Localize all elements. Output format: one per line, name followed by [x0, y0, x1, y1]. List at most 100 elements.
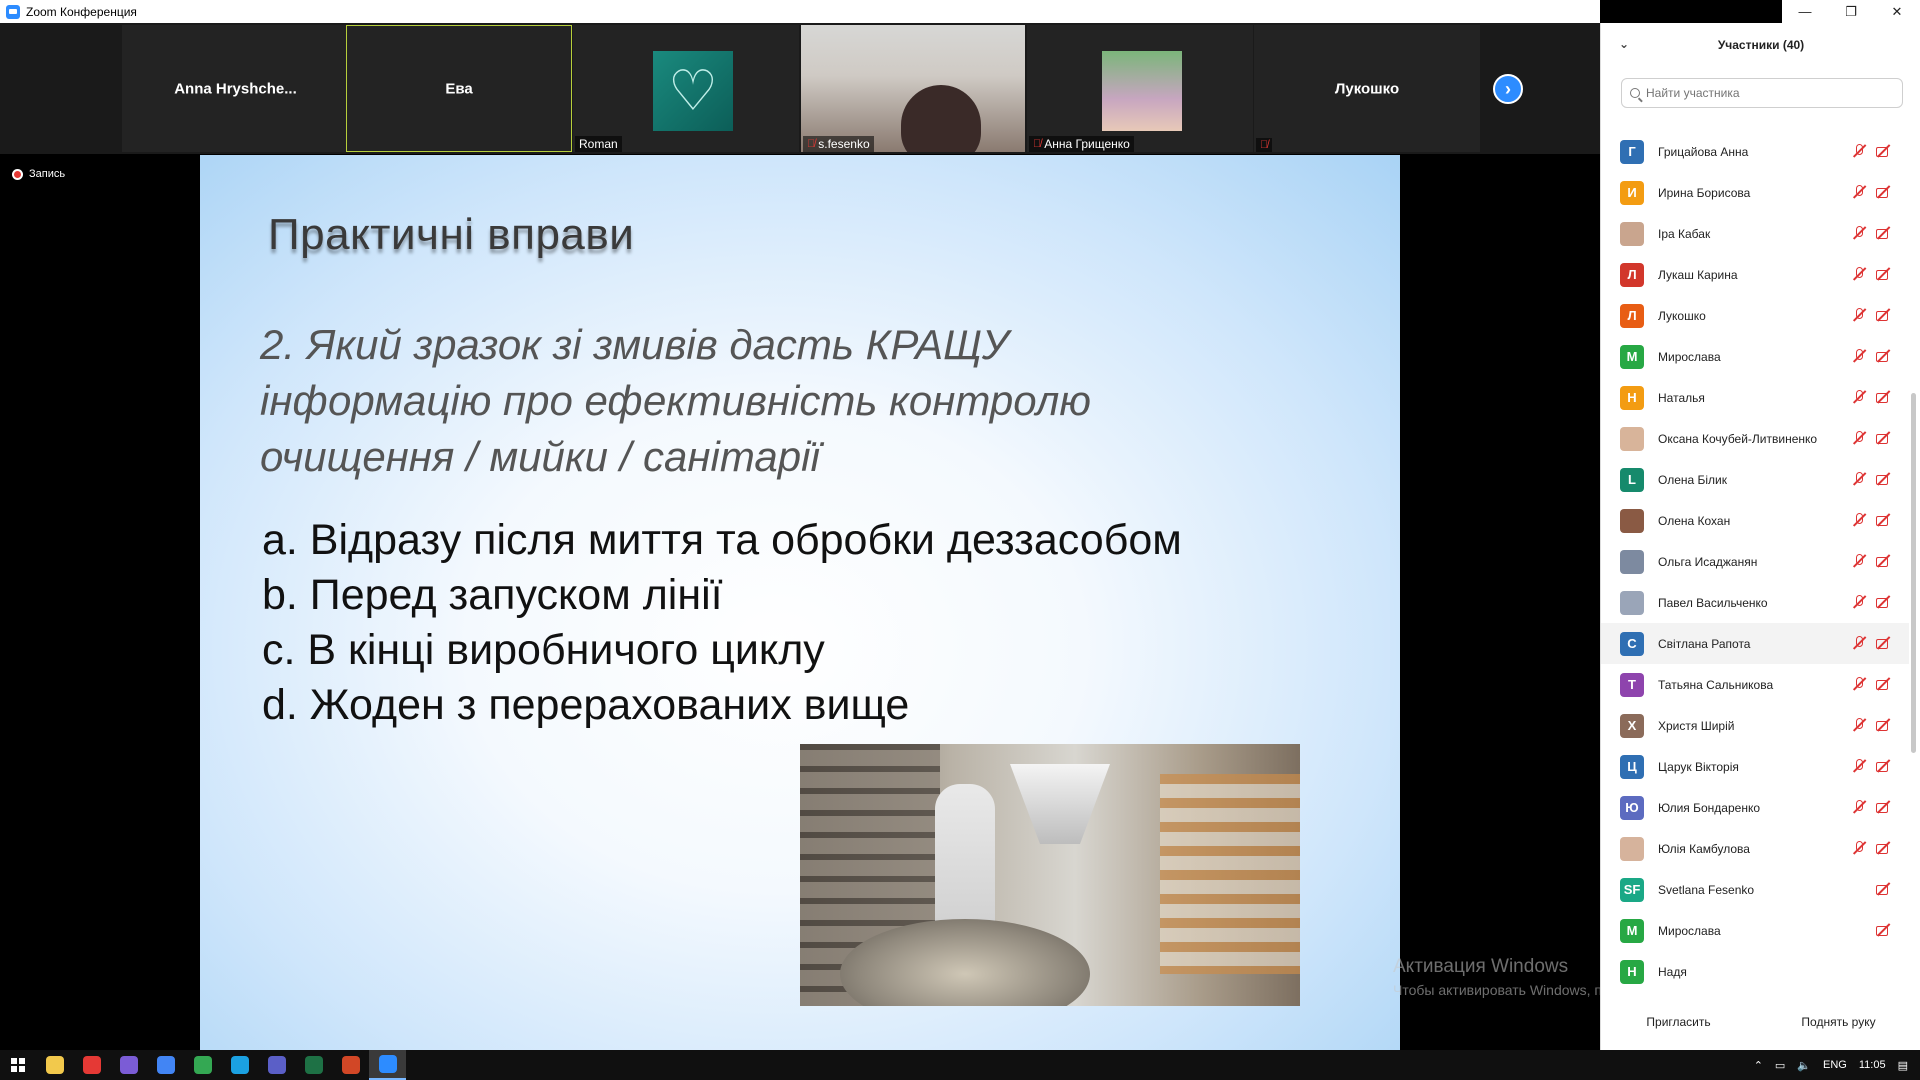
close-button[interactable]: ✕: [1874, 0, 1920, 23]
participant-avatar: Л: [1620, 303, 1644, 328]
photo-worker: [935, 784, 995, 934]
participant-row[interactable]: Л Лукошко: [1601, 295, 1909, 336]
video-tile[interactable]: Лукошко 🎙̸: [1254, 25, 1480, 152]
participant-row[interactable]: Н Наталья: [1601, 377, 1909, 418]
mic-muted-icon: [1851, 307, 1867, 323]
participant-row[interactable]: Ц Царук Вікторія: [1601, 746, 1909, 787]
video-tile[interactable]: 🎙̸ Анна Грищенко: [1027, 25, 1253, 152]
participant-row[interactable]: М Мирослава: [1601, 336, 1909, 377]
volume-icon[interactable]: 🔈: [1797, 1059, 1811, 1072]
participant-name: Олена Кохан: [1658, 513, 1731, 528]
chrome-icon: [156, 1056, 175, 1074]
shared-screen-slide: Практичні вправи 2. Який зразок зі змиві…: [200, 155, 1400, 1050]
participant-status-icons: [1851, 676, 1891, 692]
clock[interactable]: 11:05: [1859, 1059, 1886, 1071]
participant-row[interactable]: Ю Юлия Бондаренко: [1601, 787, 1909, 828]
mic-muted-icon: [1851, 840, 1867, 856]
participant-name: Ева: [445, 80, 473, 97]
chrome-2-taskbar-icon[interactable]: [184, 1050, 221, 1080]
participant-row[interactable]: Іра Кабак: [1601, 213, 1909, 254]
answer-list: a. Відразу після миття та обробки деззас…: [262, 513, 1182, 733]
participant-avatar: М: [1620, 918, 1644, 943]
participant-row[interactable]: Л Лукаш Карина: [1601, 254, 1909, 295]
participant-status-icons: [1851, 430, 1891, 446]
participant-row[interactable]: С Світлана Рапота: [1601, 623, 1909, 664]
notifications-icon[interactable]: ▤: [1898, 1059, 1908, 1072]
video-tile[interactable]: ♡ Roman: [573, 25, 799, 152]
participant-name: Олена Білик: [1658, 472, 1728, 487]
video-off-icon: [1875, 471, 1891, 487]
mic-muted-icon: [1851, 471, 1867, 487]
video-tile[interactable]: 🎙̸ s.fesenko: [801, 25, 1025, 152]
question-line: інформацію про ефективність контролю: [260, 377, 1091, 424]
participant-row[interactable]: SF Svetlana Fesenko: [1601, 869, 1909, 910]
file-explorer-taskbar-icon[interactable]: [36, 1050, 73, 1080]
search-input[interactable]: [1646, 86, 1886, 100]
chrome-taskbar-icon[interactable]: [147, 1050, 184, 1080]
video-off-icon: [1875, 758, 1891, 774]
participants-footer: Пригласить Поднять руку: [1601, 993, 1920, 1050]
zoom-taskbar-icon[interactable]: [369, 1050, 406, 1080]
recording-indicator[interactable]: Запись: [12, 168, 65, 180]
participant-row[interactable]: Н Надя: [1601, 951, 1909, 992]
raise-hand-button[interactable]: Поднять руку: [1789, 1008, 1888, 1035]
participant-list: Г Грицайова Анна И Ирина Борисова Іра Кабак Л…: [1601, 131, 1909, 993]
participant-row[interactable]: Ольга Исаджанян: [1601, 541, 1909, 582]
participant-avatar: [1620, 836, 1644, 861]
record-icon: [12, 168, 23, 180]
participant-name: s.fesenko: [818, 137, 870, 151]
excel-taskbar-icon[interactable]: [295, 1050, 332, 1080]
chevron-up-icon[interactable]: ⌃: [1754, 1059, 1763, 1072]
participant-status-icons: [1851, 553, 1891, 569]
video-off-icon: [1875, 389, 1891, 405]
participant-row[interactable]: Юлія Камбулова: [1601, 828, 1909, 869]
participant-avatar: Н: [1620, 959, 1644, 984]
powerpoint-taskbar-icon[interactable]: [332, 1050, 369, 1080]
invite-button[interactable]: Пригласить: [1634, 1008, 1723, 1035]
participant-row[interactable]: М Мирослава: [1601, 910, 1909, 951]
participant-row[interactable]: L Олена Білик: [1601, 459, 1909, 500]
teams-taskbar-icon[interactable]: [258, 1050, 295, 1080]
participant-row[interactable]: Х Христя Ширій: [1601, 705, 1909, 746]
participant-row[interactable]: Т Татьяна Сальникова: [1601, 664, 1909, 705]
mic-muted-icon: [1851, 225, 1867, 241]
video-off-icon: [1875, 676, 1891, 692]
video-off-icon: [1875, 922, 1891, 938]
zoom-icon: [378, 1055, 397, 1073]
participant-row[interactable]: Олена Кохан: [1601, 500, 1909, 541]
restore-button[interactable]: ❐: [1828, 0, 1874, 23]
participant-row[interactable]: Павел Васильченко: [1601, 582, 1909, 623]
start-button[interactable]: [0, 1050, 36, 1080]
edge-taskbar-icon[interactable]: [221, 1050, 258, 1080]
participant-search[interactable]: [1621, 78, 1903, 108]
opera-taskbar-icon[interactable]: [73, 1050, 110, 1080]
video-tile[interactable]: Anna Hryshche...: [122, 25, 349, 152]
chrome-2-icon: [193, 1056, 212, 1074]
opera-icon: [82, 1056, 101, 1074]
participant-name-tag: 🎙̸ Анна Грищенко: [1029, 136, 1134, 152]
excel-icon: [304, 1056, 323, 1074]
participant-row[interactable]: Оксана Кочубей-Литвиненко: [1601, 418, 1909, 459]
answer-option: b. Перед запуском лінії: [262, 571, 723, 619]
collapse-chevron-icon[interactable]: ⌄: [1619, 37, 1629, 51]
taskbar-apps: [36, 1050, 406, 1080]
participant-status-icons: [1851, 471, 1891, 487]
participant-row[interactable]: И Ирина Борисова: [1601, 172, 1909, 213]
participant-status-icons: [1851, 594, 1891, 610]
minimize-button[interactable]: —: [1782, 0, 1828, 23]
participant-avatar: [1620, 426, 1644, 451]
language-indicator[interactable]: ENG: [1823, 1059, 1847, 1071]
next-page-button[interactable]: ›: [1493, 74, 1523, 104]
viber-taskbar-icon[interactable]: [110, 1050, 147, 1080]
question-line: очищення / мийки / санітарії: [260, 433, 820, 480]
answer-option: d. Жоден з перерахованих вище: [262, 681, 910, 729]
participant-name: Svetlana Fesenko: [1658, 882, 1755, 897]
participant-avatar: [1620, 590, 1644, 615]
participant-status-icons: [1851, 389, 1891, 405]
participant-row[interactable]: Г Грицайова Анна: [1601, 131, 1909, 172]
participant-avatar: Х: [1620, 713, 1644, 738]
network-icon[interactable]: ▭: [1775, 1059, 1785, 1072]
video-tile-active-speaker[interactable]: Ева: [346, 25, 572, 152]
scrollbar[interactable]: [1911, 393, 1916, 753]
participants-header: ⌄ Участники (40): [1601, 23, 1920, 67]
